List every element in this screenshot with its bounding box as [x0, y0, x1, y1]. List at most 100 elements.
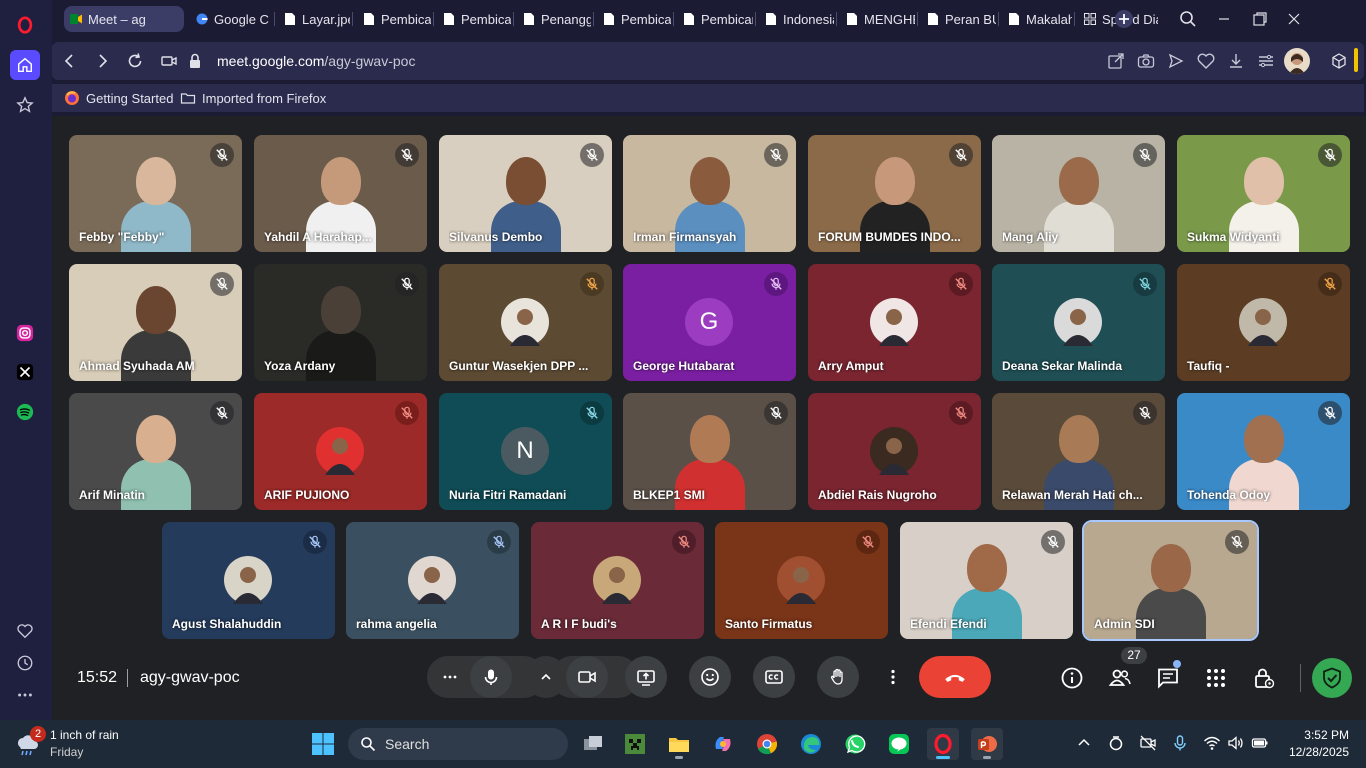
participant-tile[interactable]: FORUM BUMDES INDO...	[808, 135, 981, 252]
sidebar-toggle-strip[interactable]	[1354, 48, 1358, 72]
participant-tile[interactable]: Arry Amput	[808, 264, 981, 381]
participant-tile[interactable]: Ahmad Syuhada AM	[69, 264, 242, 381]
participant-tile[interactable]: Sukma Widyanti	[1177, 135, 1350, 252]
browser-tab[interactable]: Google C	[190, 6, 272, 32]
back-icon[interactable]	[60, 51, 80, 71]
edge-icon[interactable]	[795, 728, 827, 760]
participant-tile[interactable]: N Nuria Fitri Ramadani	[439, 393, 612, 510]
bookmark-getting-started[interactable]: Getting Started	[64, 90, 173, 106]
spotify-icon[interactable]	[10, 397, 40, 427]
camera-icon[interactable]	[566, 656, 608, 698]
meeting-safety-shield-button[interactable]	[1312, 658, 1352, 698]
participant-tile[interactable]: Admin SDI	[1082, 520, 1259, 641]
opera-browser-icon[interactable]	[927, 728, 959, 760]
audio-settings-icon[interactable]	[429, 656, 471, 698]
close-icon[interactable]	[1284, 9, 1304, 29]
participant-tile[interactable]: Irman Firmansyah	[623, 135, 796, 252]
file-explorer-icon[interactable]	[663, 728, 695, 760]
browser-tab[interactable]: Peran BU	[921, 6, 996, 32]
browser-tab[interactable]: Indonesia	[759, 6, 834, 32]
people-icon[interactable]	[1108, 666, 1132, 690]
extensions-box-icon[interactable]	[1329, 51, 1349, 71]
camera-permission-icon[interactable]	[159, 51, 179, 71]
chevron-up-tray-icon[interactable]	[1075, 734, 1093, 752]
meeting-info-icon[interactable]	[1060, 666, 1084, 690]
chevron-up-icon[interactable]	[525, 656, 567, 698]
browser-tab[interactable]: MENGHE	[840, 6, 915, 32]
participant-tile[interactable]: ARIF PUJIONO	[254, 393, 427, 510]
participant-tile[interactable]: Relawan Merah Hati ch...	[992, 393, 1165, 510]
powerpoint-icon[interactable]	[971, 728, 1003, 760]
sync-tray-icon[interactable]	[1107, 734, 1125, 752]
participant-tile[interactable]: Agust Shalahuddin	[162, 522, 335, 639]
browser-tab[interactable]: Pembicara	[357, 6, 431, 32]
volume-icon[interactable]	[1227, 734, 1245, 752]
heart-icon[interactable]	[10, 616, 40, 646]
captions-icon[interactable]	[753, 656, 795, 698]
participant-tile[interactable]: Abdiel Rais Nugroho	[808, 393, 981, 510]
task-view-icon[interactable]	[577, 728, 609, 760]
minimize-icon[interactable]	[1214, 9, 1234, 29]
participant-tile[interactable]: Tohenda Odoy	[1177, 393, 1350, 510]
lock-icon[interactable]	[185, 51, 205, 71]
line-app-icon[interactable]	[883, 728, 915, 760]
activities-grid-icon[interactable]	[1204, 666, 1228, 690]
microphone-tray-icon[interactable]	[1171, 734, 1189, 752]
instagram-icon[interactable]	[10, 318, 40, 348]
browser-tab[interactable]: Meet – ag	[64, 6, 184, 32]
opera-menu-icon[interactable]	[10, 10, 40, 40]
participant-tile[interactable]: Deana Sekar Malinda	[992, 264, 1165, 381]
new-tab-icon[interactable]	[1114, 9, 1134, 29]
participant-tile[interactable]: rahma angelia	[346, 522, 519, 639]
participant-tile[interactable]: A R I F budi's	[531, 522, 704, 639]
participant-tile[interactable]: Santo Firmatus	[715, 522, 888, 639]
browser-tab[interactable]: Penangga	[517, 6, 591, 32]
profile-avatar[interactable]	[1284, 48, 1310, 74]
bookmark-imported-from-firefox[interactable]: Imported from Firefox	[180, 90, 326, 106]
copilot-icon[interactable]	[707, 728, 739, 760]
end-call-button[interactable]	[919, 656, 991, 698]
minecraft-icon[interactable]	[619, 728, 651, 760]
download-icon[interactable]	[1226, 51, 1246, 71]
browser-tab[interactable]: Pembicar	[597, 6, 671, 32]
wifi-icon[interactable]	[1203, 734, 1221, 752]
participant-tile[interactable]: Yoza Ardany	[254, 264, 427, 381]
reload-icon[interactable]	[125, 51, 145, 71]
browser-tab[interactable]: Pembicar	[677, 6, 753, 32]
microphone-icon[interactable]	[470, 656, 512, 698]
history-clock-icon[interactable]	[10, 648, 40, 678]
snapshot-camera-icon[interactable]	[1136, 51, 1156, 71]
participant-tile[interactable]: Febby "Febby"	[69, 135, 242, 252]
windows-start-icon[interactable]	[311, 732, 335, 756]
home-icon[interactable]	[10, 50, 40, 80]
url-field[interactable]: meet.google.com/agy-gwav-poc	[217, 53, 415, 69]
participant-tile[interactable]: BLKEP1 SMI	[623, 393, 796, 510]
participant-tile[interactable]: Taufiq -	[1177, 264, 1350, 381]
share-icon[interactable]	[1106, 51, 1126, 71]
browser-tab[interactable]: Layar.jpeg	[278, 6, 350, 32]
taskbar-clock-time[interactable]: 3:52 PM	[1295, 728, 1349, 742]
forward-icon[interactable]	[92, 51, 112, 71]
more-dots-icon[interactable]	[10, 680, 40, 710]
star-icon[interactable]	[10, 90, 40, 120]
browser-tab[interactable]: Makalah	[1002, 6, 1072, 32]
participant-tile[interactable]: Yahdil A Harahap...	[254, 135, 427, 252]
chat-icon[interactable]	[1156, 666, 1180, 690]
taskbar-search-box[interactable]: Search	[348, 728, 568, 760]
emoji-reactions-icon[interactable]	[689, 656, 731, 698]
participant-tile[interactable]: Arif Minatin	[69, 393, 242, 510]
participant-tile[interactable]: Mang Aliy	[992, 135, 1165, 252]
participant-tile[interactable]: Guntur Wasekjen DPP ...	[439, 264, 612, 381]
x-twitter-icon[interactable]	[10, 357, 40, 387]
participant-tile[interactable]: Efendi Efendi	[900, 522, 1073, 639]
participant-tile[interactable]: Silvanus Dembo	[439, 135, 612, 252]
battery-icon[interactable]	[1251, 734, 1269, 752]
participant-tile[interactable]: G George Hutabarat	[623, 264, 796, 381]
weather-summary[interactable]: 1 inch of rain	[50, 728, 119, 742]
chrome-icon[interactable]	[751, 728, 783, 760]
easy-setup-icon[interactable]	[1256, 51, 1276, 71]
more-options-icon[interactable]	[878, 656, 908, 698]
host-controls-lock-icon[interactable]	[1252, 666, 1276, 690]
taskbar-clock-date[interactable]: 12/28/2025	[1280, 745, 1349, 759]
whatsapp-icon[interactable]	[839, 728, 871, 760]
